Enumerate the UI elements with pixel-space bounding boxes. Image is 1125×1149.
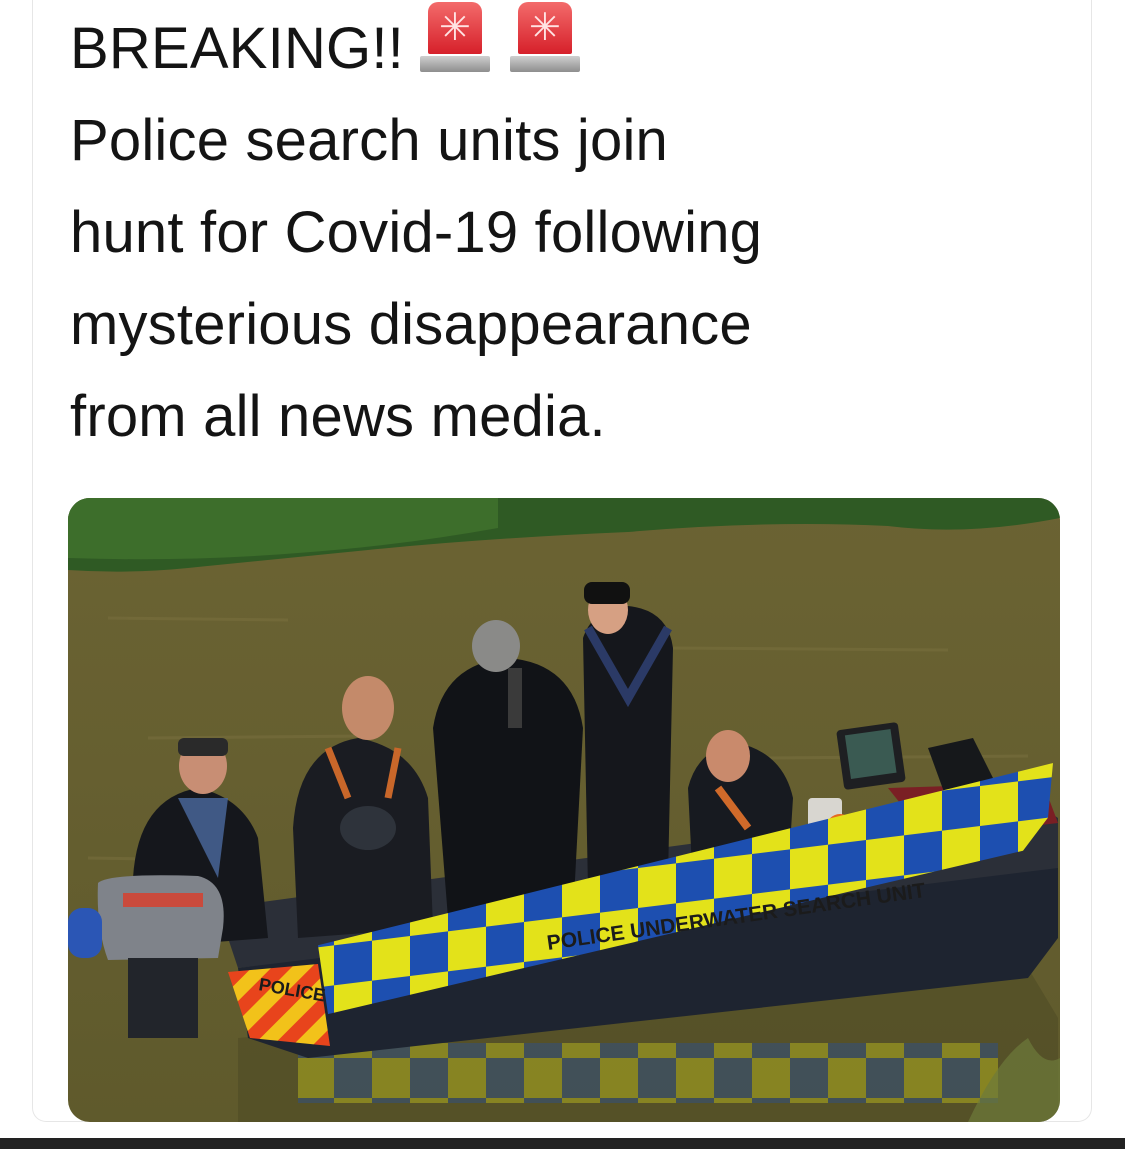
- post-text: BREAKING!! ✳ ✳ Police search units join hu…: [70, 2, 1030, 463]
- post-text-line: hunt for Covid-19 following: [70, 200, 763, 265]
- post-text-line: Police search units join: [70, 108, 668, 173]
- headline-breaking: BREAKING!! ✳ ✳: [70, 2, 1030, 95]
- post-text-line: from all news media.: [70, 384, 606, 449]
- post-photo[interactable]: POLICE UNDERWATER SEARCH UNIT POLICE: [68, 498, 1060, 1122]
- police-light-icon: ✳: [506, 2, 584, 74]
- post-text-line: mysterious disappearance: [70, 292, 752, 357]
- police-light-icon: ✳: [416, 2, 494, 74]
- police-boat-photo: POLICE UNDERWATER SEARCH UNIT POLICE: [68, 498, 1060, 1122]
- bottom-bar: [0, 1138, 1125, 1149]
